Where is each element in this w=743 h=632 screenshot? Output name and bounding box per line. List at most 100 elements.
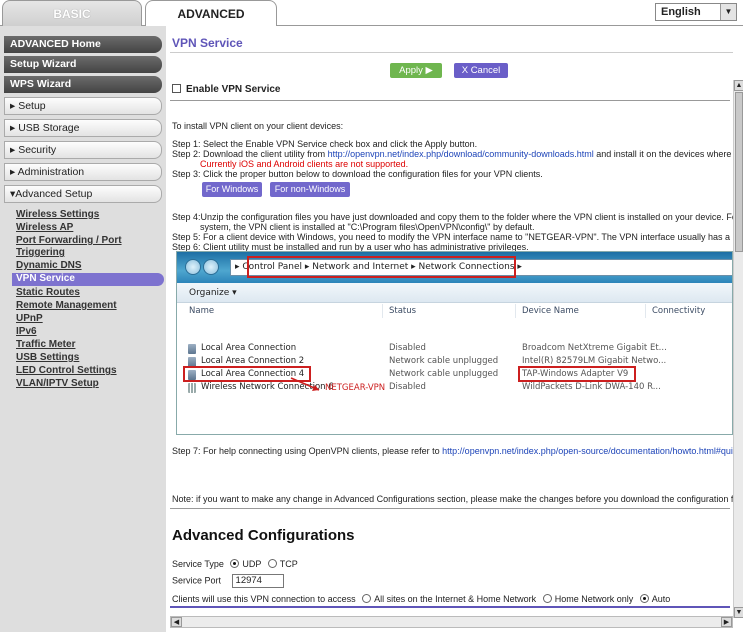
- row-name: Local Area Connection 2: [201, 356, 305, 366]
- openvpn-howto-link[interactable]: http://openvpn.net/index.php/open-source…: [442, 446, 733, 456]
- page-title: VPN Service: [172, 36, 243, 50]
- sidebar-link-led-control[interactable]: LED Control Settings: [16, 365, 166, 377]
- sidebar-item-wps-wizard[interactable]: WPS Wizard: [4, 76, 162, 93]
- step3-text: Step 3: Click the proper button below to…: [172, 169, 543, 179]
- note-text: Note: if you want to make any change in …: [172, 494, 733, 504]
- row-status: Network cable unplugged: [389, 369, 499, 379]
- sidebar-link-wireless-ap[interactable]: Wireless AP: [16, 222, 166, 234]
- main-panel: VPN Service Apply ▶ X Cancel Enable VPN …: [166, 26, 743, 632]
- col-connectivity-header: Connectivity: [652, 306, 706, 316]
- netgear-vpn-annotation: NETGEAR-VPN: [325, 383, 386, 393]
- sidebar-link-ipv6[interactable]: IPv6: [16, 326, 166, 338]
- enable-vpn-checkbox[interactable]: [172, 84, 181, 93]
- horizontal-scrollbar[interactable]: ◀ ▶: [170, 616, 733, 628]
- access-home-radio[interactable]: [542, 594, 552, 603]
- step7-text: Step 7: For help connecting using OpenVP…: [172, 446, 733, 456]
- list-item: Local Area Connection Disabled Broadcom …: [177, 343, 732, 356]
- tab-advanced[interactable]: ADVANCED: [145, 0, 277, 27]
- sidebar-link-upnp[interactable]: UPnP: [16, 313, 166, 325]
- row-name: Local Area Connection: [201, 343, 297, 353]
- sidebar-link-port-forwarding[interactable]: Port Forwarding / Port Triggering: [16, 235, 146, 259]
- sidebar-link-wireless-settings[interactable]: Wireless Settings: [16, 209, 166, 221]
- openvpn-download-link[interactable]: http://openvpn.net/index.php/download/co…: [328, 149, 594, 159]
- intro-text: To install VPN client on your client dev…: [172, 121, 344, 131]
- scroll-right-icon[interactable]: ▶: [721, 617, 732, 627]
- tab-basic[interactable]: BASIC: [2, 0, 142, 26]
- title-divider: [170, 52, 733, 53]
- row-status: Disabled: [389, 382, 426, 392]
- sidebar-item-setup-wizard[interactable]: Setup Wizard: [4, 56, 162, 73]
- column-divider: [515, 304, 516, 318]
- list-item: Wireless Network Connection 6 Disabled W…: [177, 382, 732, 395]
- step2-text: Step 2: Download the client utility from…: [172, 149, 733, 159]
- chevron-down-icon[interactable]: ▼: [720, 4, 736, 20]
- cancel-button[interactable]: X Cancel: [454, 63, 508, 78]
- sidebar-link-traffic-meter[interactable]: Traffic Meter: [16, 339, 166, 351]
- step4-continued: system, the VPN client is installed at "…: [200, 222, 535, 232]
- sidebar-link-dynamic-dns[interactable]: Dynamic DNS: [16, 260, 166, 272]
- sidebar-link-remote-management[interactable]: Remote Management: [16, 300, 166, 312]
- access-auto-label: Auto: [651, 594, 671, 604]
- sidebar-item-usb-storage[interactable]: ▸ USB Storage: [4, 119, 162, 137]
- note-divider: [170, 508, 730, 509]
- advanced-configurations-heading: Advanced Configurations: [172, 527, 355, 544]
- col-device-header: Device Name: [522, 306, 579, 316]
- language-select[interactable]: English ▼: [655, 3, 737, 21]
- access-all-radio[interactable]: [362, 594, 372, 603]
- row-device: Intel(R) 82579LM Gigabit Netwo...: [522, 356, 667, 366]
- service-port-row: Service Port 12974: [172, 574, 284, 588]
- udp-radio[interactable]: [230, 559, 240, 568]
- sidebar-link-vpn-service[interactable]: VPN Service: [12, 273, 164, 286]
- column-divider: [645, 304, 646, 318]
- red-arrow-icon: [290, 377, 320, 391]
- service-port-input[interactable]: 12974: [231, 574, 284, 588]
- address-highlight-box: [247, 256, 516, 278]
- sidebar-item-security[interactable]: ▸ Security: [4, 141, 162, 159]
- udp-label: UDP: [242, 559, 262, 569]
- tcp-label: TCP: [279, 559, 298, 569]
- service-port-label: Service Port: [172, 575, 222, 586]
- row-status: Disabled: [389, 343, 426, 353]
- column-divider: [382, 304, 383, 318]
- scroll-left-icon[interactable]: ◀: [171, 617, 182, 627]
- apply-button[interactable]: Apply ▶: [390, 63, 442, 78]
- sidebar-link-vlan-iptv[interactable]: VLAN/IPTV Setup: [16, 378, 166, 390]
- top-tab-bar: BASIC ADVANCED English ▼: [0, 0, 743, 27]
- row-device: Broadcom NetXtreme Gigabit Et...: [522, 343, 667, 353]
- wireless-signal-icon: [188, 383, 196, 393]
- back-icon: [185, 259, 201, 275]
- sidebar-link-static-routes[interactable]: Static Routes: [16, 287, 166, 299]
- step1-text: Step 1: Select the Enable VPN Service ch…: [172, 139, 478, 149]
- enable-vpn-row: Enable VPN Service: [172, 84, 281, 95]
- enable-vpn-label: Enable VPN Service: [186, 84, 281, 95]
- access-auto-radio[interactable]: [639, 594, 649, 603]
- organize-menu: Organize ▾: [177, 283, 732, 303]
- access-all-label: All sites on the Internet & Home Network: [374, 594, 537, 604]
- forward-icon: [203, 259, 219, 275]
- sidebar-link-usb-settings[interactable]: USB Settings: [16, 352, 166, 364]
- for-windows-button[interactable]: For Windows: [202, 182, 262, 197]
- for-non-windows-button[interactable]: For non-Windows: [270, 182, 350, 197]
- sidebar-item-setup[interactable]: ▸ Setup: [4, 97, 162, 115]
- tcp-radio[interactable]: [267, 559, 277, 568]
- sidebar-item-administration[interactable]: ▸ Administration: [4, 163, 162, 181]
- sidebar: ADVANCED Home Setup Wizard WPS Wizard ▸ …: [0, 26, 166, 632]
- vertical-scrollbar[interactable]: ▲ ▼: [733, 80, 743, 618]
- step7-prefix: Step 7: For help connecting using OpenVP…: [172, 446, 440, 456]
- sidebar-item-advanced-setup[interactable]: ▾Advanced Setup: [4, 185, 162, 203]
- scroll-down-icon[interactable]: ▼: [734, 607, 743, 618]
- access-row: Clients will use this VPN connection to …: [172, 594, 670, 604]
- scrollbar-thumb[interactable]: [735, 92, 743, 252]
- scroll-up-icon[interactable]: ▲: [734, 80, 743, 91]
- network-connections-screenshot: ▸ Control Panel ▸ Network and Internet ▸…: [176, 251, 733, 435]
- sidebar-item-advanced-home[interactable]: ADVANCED Home: [4, 36, 162, 53]
- highlight-box-tap-adapter: [518, 366, 636, 382]
- col-name-header: Name: [189, 306, 215, 316]
- step2-prefix: Step 2: Download the client utility from: [172, 149, 326, 159]
- explorer-toolbar: ▸ Control Panel ▸ Network and Internet ▸…: [177, 252, 732, 283]
- bottom-divider: [170, 606, 730, 608]
- scroll-content: To install VPN client on your client dev…: [166, 104, 733, 616]
- language-value: English: [661, 6, 701, 18]
- network-adapter-icon: [188, 344, 196, 354]
- access-label: Clients will use this VPN connection to …: [172, 594, 356, 604]
